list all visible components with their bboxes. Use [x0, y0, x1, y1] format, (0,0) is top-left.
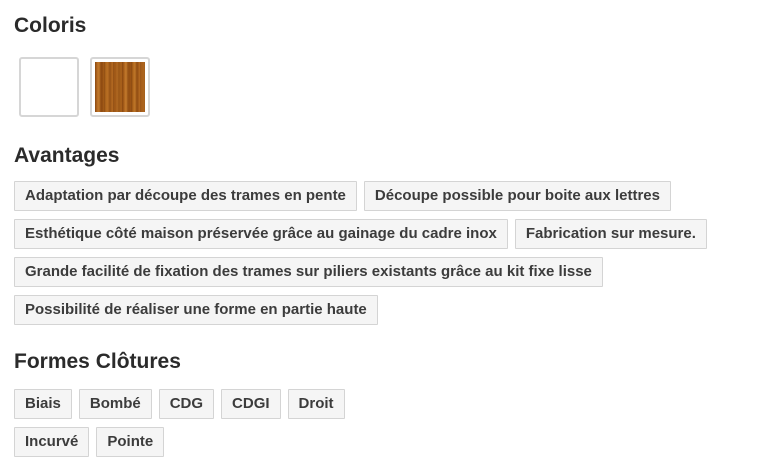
advantage-tag: Découpe possible pour boite aux lettres [363, 181, 671, 211]
advantage-tag: Esthétique côté maison préservée grâce a… [14, 219, 508, 249]
formes-heading: Formes Clôtures [14, 350, 181, 373]
shape-tag[interactable]: Pointe [96, 427, 165, 457]
shape-tag[interactable]: Biais [14, 389, 72, 419]
shape-tag[interactable]: CDGI [221, 389, 281, 419]
white-swatch-fill [24, 62, 74, 112]
advantage-tag: Adaptation par découpe des trames en pen… [14, 181, 357, 211]
avantages-heading: Avantages [14, 144, 120, 167]
advantage-tag: Grande facilité de fixation des trames s… [14, 257, 603, 287]
shape-tag[interactable]: CDG [158, 389, 215, 419]
wood-swatch-fill [95, 62, 145, 112]
color-swatch-wood[interactable] [90, 57, 150, 117]
product-options-page: Coloris Avantages Adaptation par découpe… [0, 0, 770, 471]
shapes-list: Biais Bombé CDG CDGI Droit Incurvé Point… [14, 389, 394, 457]
advantage-tag: Fabrication sur mesure. [514, 219, 707, 249]
shape-tag[interactable]: Incurvé [14, 427, 90, 457]
shape-tag[interactable]: Bombé [78, 389, 152, 419]
color-swatches [19, 57, 150, 117]
advantages-list: Adaptation par découpe des trames en pen… [14, 181, 764, 325]
shape-tag[interactable]: Droit [287, 389, 345, 419]
coloris-heading: Coloris [14, 14, 87, 37]
color-swatch-white[interactable] [19, 57, 79, 117]
advantage-tag: Possibilité de réaliser une forme en par… [14, 295, 378, 325]
